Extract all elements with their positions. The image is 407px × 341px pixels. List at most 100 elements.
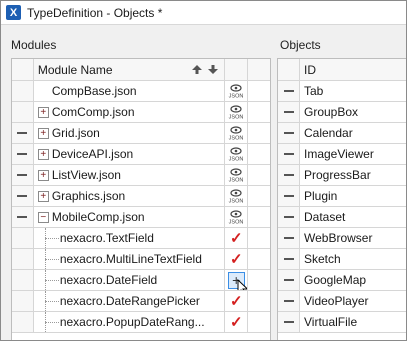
json-icon: JSON [228,83,244,99]
module-name-cell[interactable]: + Grid.json [34,123,226,143]
module-row[interactable]: + Graphics.json JSON [12,186,270,207]
row-dash-marker [17,216,28,218]
modules-grid[interactable]: Module Name CompBase.json JSON + ComComp… [11,58,271,340]
object-id-cell[interactable]: VideoPlayer [300,291,406,311]
module-name-text: ListView.json [51,168,121,182]
module-name-cell[interactable]: + ComComp.json [34,102,226,122]
object-id-cell[interactable]: Dataset [300,207,406,227]
module-name-cell[interactable]: nexacro.DateField [34,270,226,290]
module-name-text: ComComp.json [51,105,135,119]
svg-text:JSON: JSON [229,157,244,163]
module-flag-cell[interactable]: ✓ [225,312,249,332]
expand-icon[interactable]: + [37,127,49,139]
object-id-cell[interactable]: GroupBox [300,102,406,122]
module-name-cell[interactable]: nexacro.DateRangePicker [34,291,226,311]
module-row[interactable]: nexacro.DateRangePicker ✓ [12,291,270,312]
module-flag-cell[interactable]: JSON [225,207,249,227]
objects-id-header[interactable]: ID [300,59,406,80]
object-row[interactable]: ProgressBar [278,165,406,186]
object-indicator-cell [278,123,300,143]
module-name-text: nexacro.MultiLineTextField [59,252,202,266]
object-id-cell[interactable]: WebBrowser [300,228,406,248]
object-row[interactable]: VirtualFile [278,312,406,333]
object-id-cell[interactable]: VirtualFile [300,312,406,332]
module-flag-cell[interactable]: JSON [225,123,249,143]
header-indicator-cell [12,59,34,80]
module-name-cell[interactable]: − MobileComp.json [34,207,226,227]
object-row[interactable]: ImageViewer [278,144,406,165]
object-row[interactable]: VideoPlayer [278,291,406,312]
module-row[interactable]: + ListView.json JSON [12,165,270,186]
expand-icon[interactable]: + [37,169,49,181]
module-row[interactable]: CompBase.json JSON [12,81,270,102]
module-row[interactable]: nexacro.MultiLineTextField ✓ [12,249,270,270]
expand-icon[interactable]: + [37,106,49,118]
object-id-cell[interactable]: Tab [300,81,406,101]
row-dash-marker [17,132,28,134]
object-indicator-cell [278,291,300,311]
object-row[interactable]: Calendar [278,123,406,144]
row-indicator-cell [12,144,34,164]
module-row[interactable]: + DeviceAPI.json JSON [12,144,270,165]
module-name-cell[interactable]: CompBase.json [34,81,226,101]
object-row[interactable]: GroupBox [278,102,406,123]
module-flag-cell[interactable]: ✓ [225,291,249,311]
object-row[interactable]: Plugin [278,186,406,207]
modules-label: Modules [11,38,57,52]
object-row[interactable]: Dataset [278,207,406,228]
object-id-text: ProgressBar [304,168,371,182]
module-row[interactable]: nexacro.DateField + [12,270,270,291]
object-indicator-cell [278,165,300,185]
module-flag-cell[interactable]: JSON [225,102,249,122]
module-flag-cell[interactable]: JSON [225,165,249,185]
objects-header-indicator [278,59,300,80]
object-row[interactable]: WebBrowser [278,228,406,249]
module-flag-cell[interactable]: ✓ [225,249,249,269]
sort-up-icon[interactable] [192,64,203,74]
expand-icon[interactable]: + [37,190,49,202]
checkmark-icon: ✓ [229,230,243,247]
row-dash-marker [283,321,294,323]
module-name-cell[interactable]: nexacro.MultiLineTextField [34,249,226,269]
module-flag-cell[interactable]: ✓ [225,228,249,248]
add-flag-button[interactable]: + [227,271,248,290]
module-row[interactable]: nexacro.PopupDateRang... ✓ [12,312,270,333]
module-end-cell [248,312,270,332]
module-row[interactable]: + Grid.json JSON [12,123,270,144]
module-row[interactable]: nexacro.TextField ✓ [12,228,270,249]
object-row[interactable]: Tab [278,81,406,102]
module-row[interactable]: − MobileComp.json JSON [12,207,270,228]
module-name-cell[interactable]: nexacro.TextField [34,228,226,248]
module-flag-cell[interactable]: JSON [225,144,249,164]
module-name-cell[interactable]: nexacro.PopupDateRang... [34,312,226,332]
expand-icon[interactable]: + [37,148,49,160]
module-flag-cell[interactable]: JSON [225,186,249,206]
module-flag-cell[interactable]: + [225,270,249,290]
svg-text:JSON: JSON [229,199,244,205]
object-id-cell[interactable]: ImageViewer [300,144,406,164]
module-row[interactable]: + ComComp.json JSON [12,102,270,123]
object-row[interactable]: Sketch [278,249,406,270]
module-name-header[interactable]: Module Name [34,59,226,80]
object-row[interactable]: GoogleMap [278,270,406,291]
row-dash-marker [283,153,294,155]
sort-down-icon[interactable] [208,64,219,74]
object-id-cell[interactable]: Sketch [300,249,406,269]
module-name-cell[interactable]: + ListView.json [34,165,226,185]
module-flag-cell[interactable]: JSON [225,81,249,101]
module-name-text: CompBase.json [51,84,137,98]
row-dash-marker [283,237,294,239]
module-name-cell[interactable]: + DeviceAPI.json [34,144,226,164]
row-indicator-cell [12,249,34,269]
object-id-cell[interactable]: Calendar [300,123,406,143]
object-id-text: Dataset [304,210,346,224]
row-dash-marker [17,153,28,155]
object-id-cell[interactable]: Plugin [300,186,406,206]
collapse-icon[interactable]: − [37,211,49,223]
json-icon: JSON [228,167,244,183]
module-name-cell[interactable]: + Graphics.json [34,186,226,206]
object-id-cell[interactable]: ProgressBar [300,165,406,185]
tree-branch-line [44,301,59,302]
objects-grid[interactable]: ID Tab GroupBox Calendar ImageViewer Progres… [277,58,406,340]
object-id-cell[interactable]: GoogleMap [300,270,406,290]
